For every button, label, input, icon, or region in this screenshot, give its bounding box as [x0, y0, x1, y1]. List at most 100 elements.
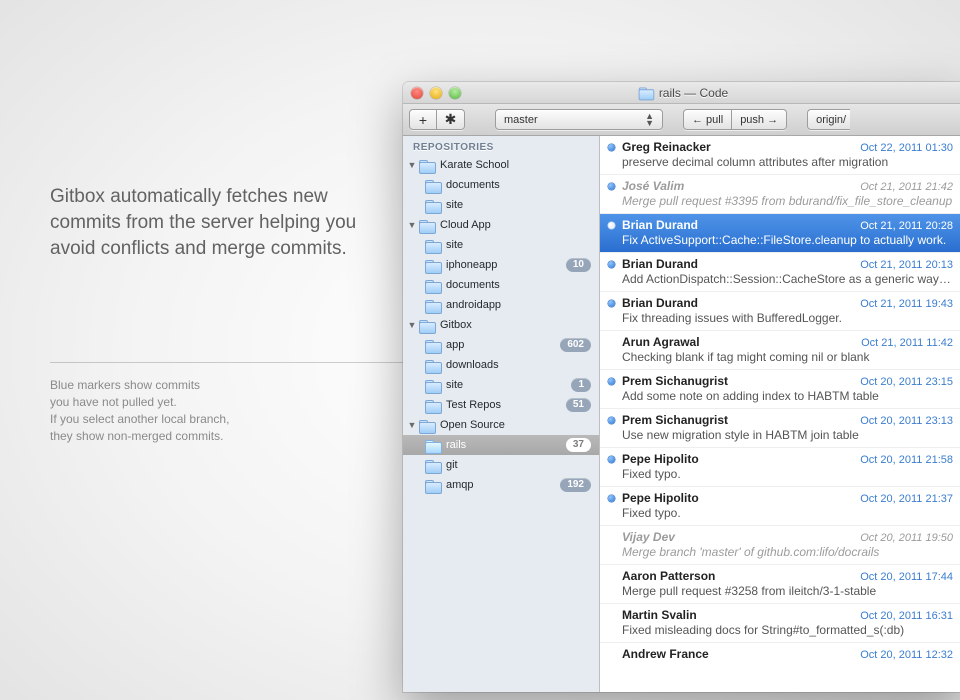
- sidebar-item[interactable]: Test Repos51: [403, 395, 599, 415]
- commit-date: Oct 20, 2011 21:58: [860, 454, 953, 466]
- marketing-headline: Gitbox automatically fetches new commits…: [50, 184, 370, 262]
- commit-row[interactable]: Prem SichanugristOct 20, 2011 23:13Use n…: [600, 409, 960, 448]
- commit-date: Oct 20, 2011 19:50: [860, 532, 953, 544]
- sidebar-item[interactable]: androidapp: [403, 295, 599, 315]
- push-button[interactable]: push →: [732, 109, 787, 130]
- sidebar-item[interactable]: downloads: [403, 355, 599, 375]
- folder-icon: [425, 399, 441, 412]
- commit-message: preserve decimal column attributes after…: [622, 155, 953, 169]
- folder-icon: [425, 459, 441, 472]
- item-label: app: [446, 339, 560, 351]
- commit-date: Oct 21, 2011 20:28: [860, 220, 953, 232]
- group-label: Cloud App: [440, 219, 591, 231]
- item-label: site: [446, 379, 571, 391]
- item-label: git: [446, 459, 591, 471]
- commit-date: Oct 21, 2011 19:43: [860, 298, 953, 310]
- folder-icon: [419, 219, 435, 232]
- sidebar-item[interactable]: iphoneapp10: [403, 255, 599, 275]
- branch-select[interactable]: master ▲▼: [495, 109, 663, 130]
- commit-message: Merge branch 'master' of github.com:lifo…: [622, 545, 953, 559]
- folder-icon: [425, 379, 441, 392]
- group-label: Karate School: [440, 159, 591, 171]
- commit-row[interactable]: Brian DurandOct 21, 2011 20:28Fix Active…: [600, 214, 960, 253]
- commit-row[interactable]: Aaron PattersonOct 20, 2011 17:44Merge p…: [600, 565, 960, 604]
- sidebar-group[interactable]: ▼ Cloud App: [403, 215, 599, 235]
- sidebar-item[interactable]: documents: [403, 175, 599, 195]
- item-label: Test Repos: [446, 399, 566, 411]
- folder-icon: [425, 359, 441, 372]
- window-title: rails — Code: [403, 86, 960, 100]
- sidebar-item[interactable]: git: [403, 455, 599, 475]
- commit-row[interactable]: Brian DurandOct 21, 2011 19:43Fix thread…: [600, 292, 960, 331]
- item-label: site: [446, 199, 591, 211]
- item-label: amqp: [446, 479, 560, 491]
- commit-message: Use new migration style in HABTM join ta…: [622, 428, 953, 442]
- commit-row[interactable]: Prem SichanugristOct 20, 2011 23:15Add s…: [600, 370, 960, 409]
- commit-date: Oct 20, 2011 23:13: [860, 415, 953, 427]
- folder-icon: [425, 259, 441, 272]
- commit-row[interactable]: Vijay Dev Oct 20, 2011 19:50Merge branch …: [600, 526, 960, 565]
- disclosure-triangle-icon[interactable]: ▼: [407, 220, 417, 230]
- item-label: documents: [446, 279, 591, 291]
- commit-message: Checking blank if tag might coming nil o…: [622, 350, 953, 364]
- group-label: Gitbox: [440, 319, 591, 331]
- commit-row[interactable]: Greg Reinacker Oct 22, 2011 01:30preserve…: [600, 136, 960, 175]
- add-button[interactable]: +: [409, 109, 437, 130]
- folder-icon: [425, 339, 441, 352]
- sidebar-group[interactable]: ▼ Gitbox: [403, 315, 599, 335]
- pull-button[interactable]: ← pull: [683, 109, 732, 130]
- commit-date: Oct 21, 2011 20:13: [860, 259, 953, 271]
- commit-author: Andrew France: [622, 647, 709, 661]
- commit-author: Pepe Hipolito: [622, 452, 699, 466]
- commit-message: Add some note on adding index to HABTM t…: [622, 389, 953, 403]
- titlebar[interactable]: rails — Code: [403, 82, 960, 104]
- minimize-icon[interactable]: [430, 87, 442, 99]
- zoom-icon[interactable]: [449, 87, 461, 99]
- folder-icon: [425, 439, 441, 452]
- folder-icon: [425, 239, 441, 252]
- commit-author: Aaron Patterson: [622, 569, 715, 583]
- sidebar-item[interactable]: site: [403, 195, 599, 215]
- sidebar-group[interactable]: ▼Open Source: [403, 415, 599, 435]
- window-title-text: rails — Code: [659, 86, 728, 100]
- commit-row[interactable]: Pepe HipolitoOct 20, 2011 21:37Fixed typ…: [600, 487, 960, 526]
- sidebar-item[interactable]: site: [403, 235, 599, 255]
- commit-row[interactable]: Andrew France Oct 20, 2011 12:32: [600, 643, 960, 667]
- sidebar-item[interactable]: site1: [403, 375, 599, 395]
- commit-author: Prem Sichanugrist: [622, 374, 728, 388]
- commit-row[interactable]: Brian DurandOct 21, 2011 20:13Add Action…: [600, 253, 960, 292]
- commit-date: Oct 20, 2011 12:32: [860, 649, 953, 661]
- item-label: rails: [446, 439, 566, 451]
- commit-list[interactable]: Greg Reinacker Oct 22, 2011 01:30preserve…: [600, 136, 960, 692]
- unread-marker-icon: [608, 495, 615, 502]
- commit-row[interactable]: Pepe HipolitoOct 20, 2011 21:58Fixed typ…: [600, 448, 960, 487]
- unread-marker-icon: [608, 222, 615, 229]
- folder-icon: [419, 319, 435, 332]
- sidebar-item[interactable]: rails37: [403, 435, 599, 455]
- settings-button[interactable]: ✱: [437, 109, 465, 130]
- commit-row[interactable]: Martin SvalinOct 20, 2011 16:31Fixed mis…: [600, 604, 960, 643]
- folder-icon: [425, 479, 441, 492]
- sidebar-group[interactable]: ▼ Karate School: [403, 155, 599, 175]
- remote-branch-button[interactable]: origin/: [807, 109, 850, 130]
- commit-author: Vijay Dev: [622, 530, 675, 544]
- disclosure-triangle-icon[interactable]: ▼: [407, 420, 417, 430]
- commit-date: Oct 21, 2011 21:42: [860, 181, 953, 193]
- folder-icon: [425, 199, 441, 212]
- commit-author: Pepe Hipolito: [622, 491, 699, 505]
- commit-date: Oct 22, 2011 01:30: [860, 142, 953, 154]
- commit-author: Greg Reinacker: [622, 140, 711, 154]
- commit-row[interactable]: José ValimOct 21, 2011 21:42Merge pull r…: [600, 175, 960, 214]
- commit-message: Fixed misleading docs for String#to_form…: [622, 623, 953, 637]
- close-icon[interactable]: [411, 87, 423, 99]
- commit-author: Martin Svalin: [622, 608, 697, 622]
- sidebar-item[interactable]: documents: [403, 275, 599, 295]
- sidebar-item[interactable]: amqp192: [403, 475, 599, 495]
- folder-icon: [419, 159, 435, 172]
- disclosure-triangle-icon[interactable]: ▼: [407, 320, 417, 330]
- item-label: iphoneapp: [446, 259, 566, 271]
- folder-icon: [425, 279, 441, 292]
- disclosure-triangle-icon[interactable]: ▼: [407, 160, 417, 170]
- commit-row[interactable]: Arun AgrawalOct 21, 2011 11:42Checking b…: [600, 331, 960, 370]
- sidebar-item[interactable]: app602: [403, 335, 599, 355]
